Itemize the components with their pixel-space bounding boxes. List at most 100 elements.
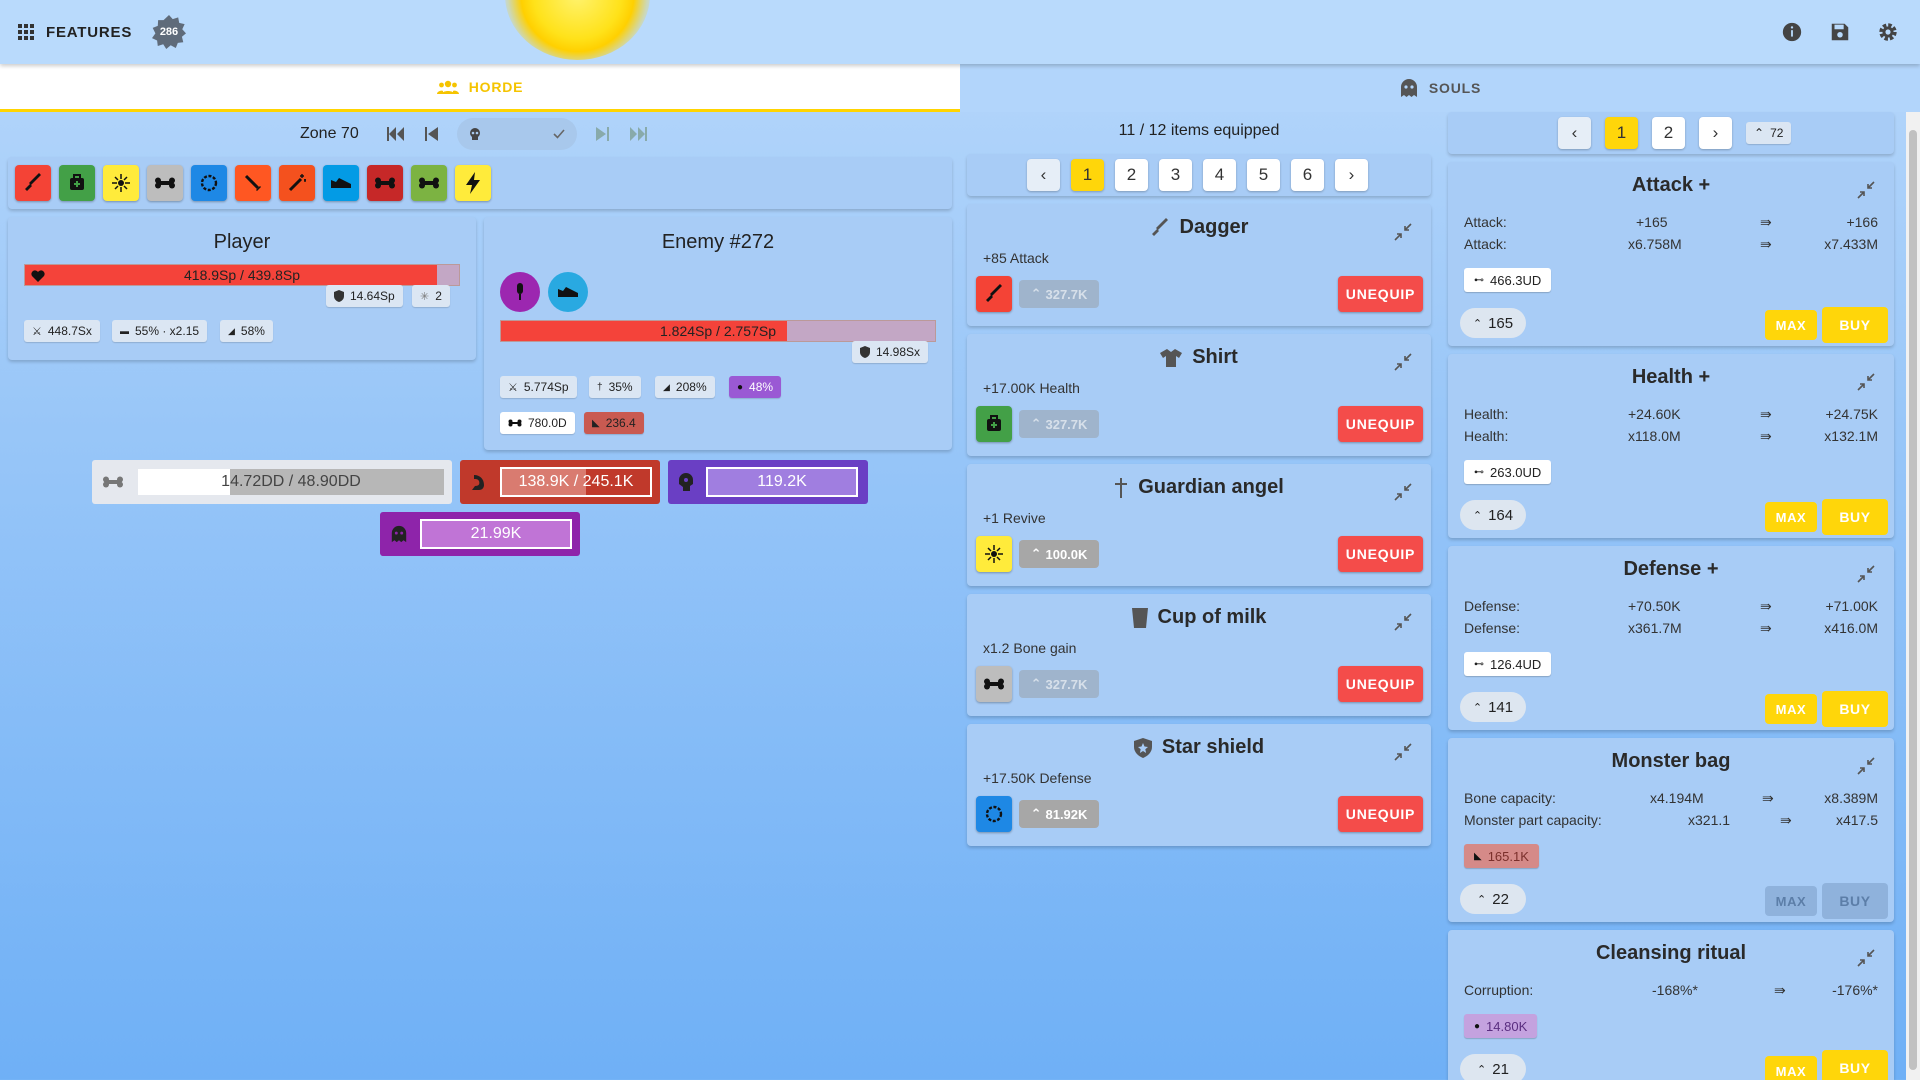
last-zone-icon[interactable] — [627, 123, 649, 145]
next-zone-icon[interactable] — [591, 123, 613, 145]
collapse-icon[interactable] — [1856, 372, 1876, 392]
collapse-icon[interactable] — [1393, 352, 1413, 372]
dagger-icon[interactable] — [15, 165, 51, 201]
upgrade-row: Monster part capacity: x321.1 ⇛ x417.5 — [1464, 812, 1878, 830]
upgrades-page-1-button[interactable]: 1 — [1605, 117, 1638, 149]
collapse-icon[interactable] — [1856, 564, 1876, 584]
unequip-button[interactable]: UNEQUIP — [1338, 406, 1423, 442]
chevron-up-icon: ⌃ — [1472, 317, 1483, 330]
magic-wand-icon[interactable] — [279, 165, 315, 201]
features-button[interactable]: FEATURES — [18, 18, 132, 46]
bone-icon[interactable] — [147, 165, 183, 201]
guardian-angel-icon[interactable] — [103, 165, 139, 201]
pager-next-button[interactable]: › — [1335, 159, 1368, 191]
sword-icon[interactable] — [235, 165, 271, 201]
previous-zone-icon[interactable] — [421, 123, 443, 145]
parts-progress: 138.9K / 245.1K — [500, 467, 652, 497]
collapse-icon[interactable] — [1393, 222, 1413, 242]
item-description: x1.2 Bone gain — [983, 640, 1077, 656]
shirt-icon[interactable] — [59, 165, 95, 201]
bone-icon: ⊷ — [1474, 658, 1484, 670]
enemy-stat4-chip: ● 48% — [729, 376, 782, 398]
tab-horde[interactable]: HORDE — [0, 64, 960, 112]
row-to: x132.1M — [1824, 428, 1878, 444]
save-icon[interactable] — [1828, 20, 1852, 44]
unequip-button[interactable]: UNEQUIP — [1338, 536, 1423, 572]
item-level: 327.7K — [1045, 286, 1088, 302]
info-icon[interactable] — [1780, 20, 1804, 44]
dumbbell-icon[interactable] — [367, 165, 403, 201]
max-button[interactable]: MAX — [1765, 694, 1817, 724]
medkit-icon — [976, 406, 1012, 442]
bone-icon-2[interactable] — [411, 165, 447, 201]
zone-select[interactable] — [456, 118, 577, 150]
shoe-icon[interactable] — [323, 165, 359, 201]
upgrade-title: Monster bag — [1611, 750, 1731, 772]
upgrade-row: Attack: x6.758M ⇛ x7.433M — [1464, 236, 1878, 254]
scrollbar-thumb[interactable] — [1909, 130, 1917, 1070]
upgrade-card-defense: Defense + Defense: +70.50K ⇛ +71.00K Defens… — [1448, 546, 1894, 730]
sparkle-icon — [976, 536, 1012, 572]
settings-gear-icon[interactable] — [1876, 20, 1900, 44]
star-shield-icon[interactable] — [191, 165, 227, 201]
check-icon — [553, 129, 565, 139]
enemy-title: Enemy #272 — [661, 231, 775, 253]
chevron-up-icon: ⌃ — [1477, 893, 1487, 906]
max-button[interactable]: MAX — [1765, 1056, 1817, 1080]
collapse-icon[interactable] — [1393, 742, 1413, 762]
souls-box: 21.99K — [420, 519, 572, 549]
buy-button[interactable]: BUY — [1822, 691, 1888, 727]
max-button[interactable]: MAX — [1765, 886, 1817, 916]
page-2-button[interactable]: 2 — [1115, 159, 1148, 191]
page-5-button[interactable]: 5 — [1247, 159, 1280, 191]
unequip-button[interactable]: UNEQUIP — [1338, 666, 1423, 702]
sneaker-icon[interactable] — [548, 272, 588, 312]
first-zone-icon[interactable] — [385, 123, 407, 145]
upgrade-level: ⌃ 164 — [1460, 500, 1526, 530]
right-scrollbar[interactable] — [1906, 112, 1920, 1080]
page-1-button[interactable]: 1 — [1071, 159, 1104, 191]
item-description: +1 Revive — [983, 510, 1046, 526]
item-level-chip: ⌃ 327.7K — [1019, 410, 1099, 438]
max-button[interactable]: MAX — [1765, 310, 1817, 340]
upgrades-prev-button[interactable]: ‹ — [1558, 117, 1591, 149]
upgrades-next-button[interactable]: › — [1699, 117, 1732, 149]
collapse-icon[interactable] — [1856, 948, 1876, 968]
upgrades-page-2-button[interactable]: 2 — [1652, 117, 1685, 149]
corruption-box: 119.2K — [706, 467, 858, 497]
item-level-chip: ⌃ 100.0K — [1019, 540, 1099, 568]
buy-button[interactable]: BUY — [1822, 307, 1888, 343]
pager-prev-button[interactable]: ‹ — [1027, 159, 1060, 191]
row-label: Defense: — [1464, 620, 1521, 636]
buy-button[interactable]: BUY — [1822, 499, 1888, 535]
page-4-button[interactable]: 4 — [1203, 159, 1236, 191]
collapse-icon[interactable] — [1393, 482, 1413, 502]
group-icon — [436, 80, 459, 94]
crit-icon: ▬ — [120, 326, 129, 336]
row-from: x361.7M — [1628, 620, 1682, 636]
page-6-button[interactable]: 6 — [1291, 159, 1324, 191]
skull-icon: ● — [737, 381, 744, 393]
corruption-resource: 119.2K — [668, 460, 868, 504]
collapse-icon[interactable] — [1393, 612, 1413, 632]
upgrade-level: ⌃ 21 — [1460, 1054, 1526, 1080]
unequip-button[interactable]: UNEQUIP — [1338, 796, 1423, 832]
upgrade-card-attack: Attack + Attack: +165 ⇛ +166 Attack: x6.758M… — [1448, 162, 1894, 346]
row-from: x4.194M — [1650, 790, 1704, 806]
upgrade-level-value: 22 — [1492, 890, 1509, 908]
player-speed-chip: ◢ 58% — [220, 320, 273, 342]
lightning-icon[interactable] — [455, 165, 491, 201]
upgrades-pagination: ‹ 1 2 › ⌃ 72 — [1558, 117, 1792, 149]
microphone-icon[interactable] — [500, 272, 540, 312]
buy-button[interactable]: BUY — [1822, 883, 1888, 919]
enemy-parts-reward-chip: ◣ 236.4 — [584, 412, 644, 434]
unequip-button[interactable]: UNEQUIP — [1338, 276, 1423, 312]
chevron-up-icon: ⌃ — [1472, 701, 1483, 714]
buy-button[interactable]: BUY — [1822, 1050, 1888, 1080]
tab-souls[interactable]: SOULS — [960, 64, 1920, 112]
collapse-icon[interactable] — [1856, 180, 1876, 200]
max-button[interactable]: MAX — [1765, 502, 1817, 532]
page-3-button[interactable]: 3 — [1159, 159, 1192, 191]
collapse-icon[interactable] — [1856, 756, 1876, 776]
arrow-icon: ⇛ — [1774, 982, 1786, 998]
